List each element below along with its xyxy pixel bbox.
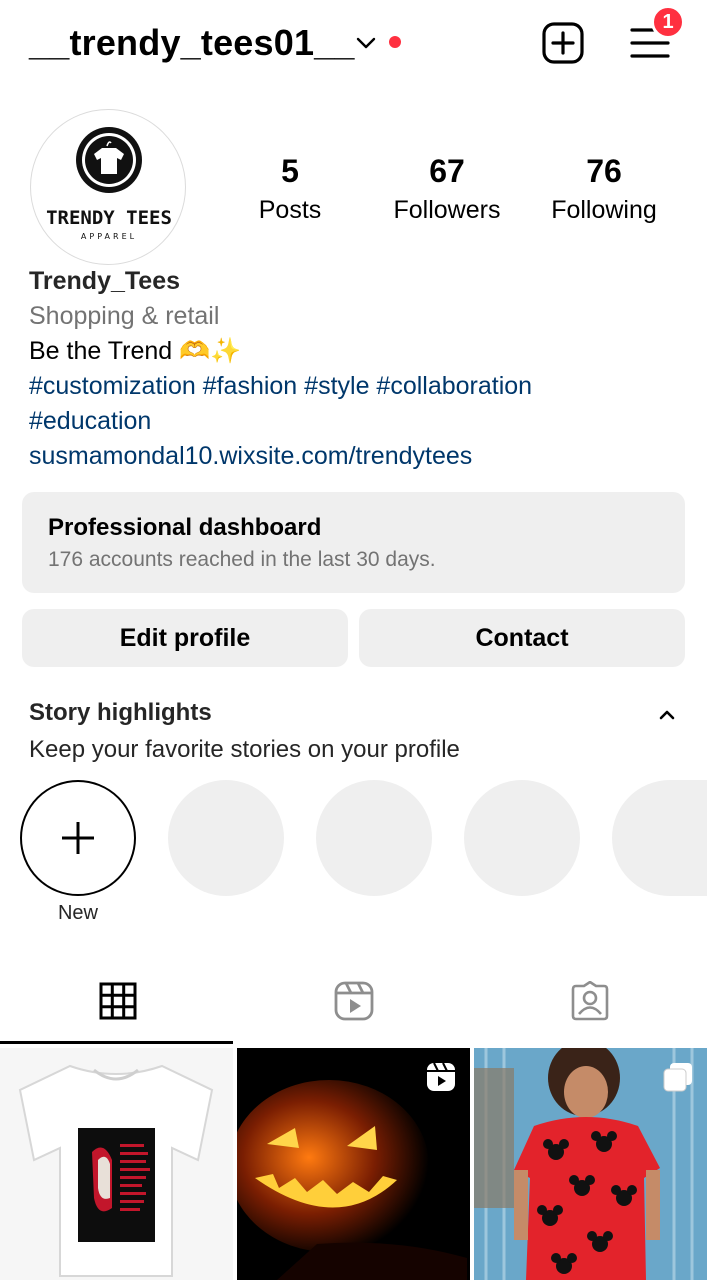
highlight-placeholder — [612, 780, 707, 896]
bio-hashtags[interactable]: #customization #fashion #style #collabor… — [29, 369, 532, 404]
profile-website-link[interactable]: susmamondal10.wixsite.com/trendytees — [29, 439, 532, 474]
tab-posts-grid[interactable] — [0, 958, 235, 1044]
account-username[interactable]: __trendy_tees01__ — [29, 22, 355, 64]
professional-dashboard-card[interactable]: Professional dashboard 176 accounts reac… — [22, 492, 685, 593]
svg-text:TRENDY TEES: TRENDY TEES — [46, 207, 172, 229]
dashboard-subtitle: 176 accounts reached in the last 30 days… — [48, 548, 436, 571]
chevron-down-icon[interactable] — [355, 32, 377, 54]
business-category: Shopping & retail — [29, 302, 220, 330]
brand-logo: TRENDY TEES APPAREL — [46, 127, 172, 241]
stat-following[interactable]: 76 Following — [529, 152, 679, 230]
new-highlight-label: New — [57, 902, 98, 924]
reel-badge-icon — [427, 1062, 455, 1091]
bio-hashtags-continued[interactable]: #education — [29, 404, 532, 439]
stat-followers[interactable]: 67 Followers — [372, 152, 522, 230]
plus-icon — [62, 822, 94, 854]
highlight-placeholder — [316, 780, 432, 896]
highlight-placeholder — [464, 780, 580, 896]
post-thumbnail-pumpkin[interactable] — [237, 1048, 470, 1280]
unread-dot — [389, 36, 401, 48]
carousel-badge-icon — [663, 1063, 692, 1092]
edit-profile-button[interactable]: Edit profile — [22, 609, 348, 667]
tshirt-image — [0, 1048, 233, 1280]
highlights-subtitle: Keep your favorite stories on your profi… — [29, 736, 460, 763]
tab-tagged[interactable] — [472, 958, 707, 1044]
stat-posts[interactable]: 5 Posts — [215, 152, 365, 230]
tab-reels[interactable] — [236, 958, 471, 1044]
create-post-icon[interactable] — [542, 22, 584, 64]
reels-icon — [334, 981, 373, 1021]
grid-icon — [99, 982, 136, 1020]
bio-text: Be the Trend 🫶✨ — [29, 337, 242, 365]
chevron-up-icon[interactable] — [656, 704, 678, 726]
active-tab-indicator — [0, 1041, 233, 1044]
svg-text:APPAREL: APPAREL — [81, 232, 137, 241]
highlights-title: Story highlights — [29, 699, 212, 726]
display-name: Trendy_Tees — [29, 267, 181, 295]
post-thumbnail-tshirt[interactable] — [0, 1048, 233, 1280]
dashboard-title: Professional dashboard — [48, 514, 322, 541]
tagged-icon — [571, 981, 608, 1021]
top-bar: __trendy_tees01__ 1 — [0, 0, 707, 88]
profile-avatar[interactable]: TRENDY TEES APPAREL — [30, 109, 186, 265]
profile-bio: Trendy_Tees Shopping & retail Be the Tre… — [29, 264, 532, 474]
contact-button[interactable]: Contact — [359, 609, 685, 667]
notification-badge: 1 — [651, 5, 685, 39]
highlight-placeholder — [168, 780, 284, 896]
post-thumbnail-mickey-dress[interactable] — [474, 1048, 707, 1280]
new-highlight-button[interactable] — [20, 780, 136, 896]
